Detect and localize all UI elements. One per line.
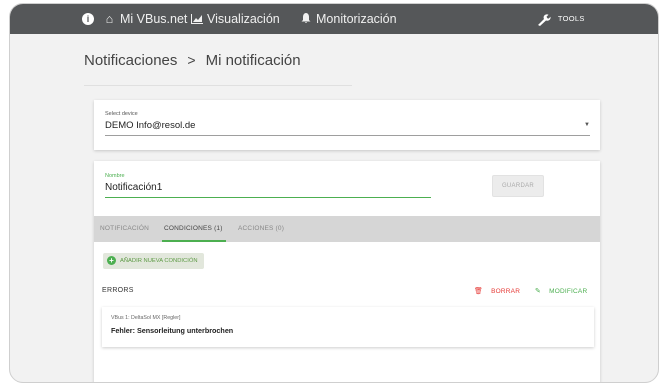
name-field-label: Nombre bbox=[105, 173, 125, 179]
condition-text: Fehler: Sensorleitung unterbrochen bbox=[111, 326, 234, 335]
info-icon[interactable]: i bbox=[82, 13, 94, 25]
device-select[interactable]: DEMO Info@resol.de bbox=[105, 120, 195, 131]
bell-icon bbox=[299, 4, 312, 34]
condition-device: VBus 1: DeltaSol MX [Regler] bbox=[111, 315, 181, 321]
tab-actions[interactable]: ACCIONES (0) bbox=[238, 216, 284, 242]
modify-label: MODIFICAR bbox=[549, 288, 588, 295]
condition-group-title: ERRORS bbox=[102, 287, 134, 294]
breadcrumb-divider bbox=[84, 85, 352, 86]
delete-label: BORRAR bbox=[491, 288, 521, 295]
save-button[interactable]: GUARDAR bbox=[492, 175, 544, 197]
top-navigation-bar: i ⌂ Mi VBus.net Visualización Monitorizac… bbox=[10, 4, 658, 34]
modify-button[interactable]: ✎ MODIFICAR bbox=[535, 287, 587, 295]
notification-card: Nombre Notificación1 GUARDAR NOTIFICACIÓ… bbox=[94, 161, 600, 382]
device-select-label: Select device bbox=[105, 111, 138, 117]
tab-notification[interactable]: NOTIFICACIÓN bbox=[100, 216, 149, 242]
add-condition-button[interactable]: + AÑADIR NUEVA CONDICIÓN bbox=[103, 253, 204, 269]
tools-menu[interactable]: TOOLS bbox=[537, 4, 585, 34]
device-select-underline bbox=[105, 135, 590, 136]
chevron-down-icon[interactable]: ▼ bbox=[584, 122, 590, 128]
condition-item[interactable]: VBus 1: DeltaSol MX [Regler] Fehler: Sen… bbox=[102, 307, 594, 347]
nav-item-label: Visualización bbox=[207, 12, 280, 26]
add-condition-label: AÑADIR NUEVA CONDICIÓN bbox=[120, 258, 198, 264]
edit-icon: ✎ bbox=[535, 288, 542, 295]
home-icon: ⌂ bbox=[105, 12, 114, 26]
active-tab-indicator bbox=[162, 240, 226, 242]
nav-item-visualization[interactable]: Visualización bbox=[190, 4, 280, 34]
nav-item-label: Mi VBus.net bbox=[120, 12, 188, 26]
breadcrumb-separator: > bbox=[187, 52, 196, 68]
breadcrumb-parent-link[interactable]: Notificaciones bbox=[84, 52, 177, 69]
delete-button[interactable]: 🗑 BORRAR bbox=[474, 287, 520, 295]
tab-bar: NOTIFICACIÓN CONDICIONES (1) ACCIONES (0… bbox=[94, 216, 600, 242]
name-field-underline bbox=[105, 197, 431, 198]
app-window: i ⌂ Mi VBus.net Visualización Monitorizac… bbox=[9, 3, 659, 383]
device-select-card: Select device DEMO Info@resol.de ▼ bbox=[94, 100, 600, 150]
breadcrumb: Notificaciones > Mi notificación bbox=[84, 52, 301, 69]
nav-item-my-vbus[interactable]: ⌂ Mi VBus.net bbox=[103, 4, 188, 34]
name-field[interactable]: Notificación1 bbox=[105, 182, 162, 193]
wrench-icon bbox=[537, 11, 555, 26]
nav-item-monitoring[interactable]: Monitorización bbox=[299, 4, 397, 34]
trash-icon: 🗑 bbox=[474, 288, 484, 295]
breadcrumb-current: Mi notificación bbox=[205, 52, 301, 69]
tools-label: TOOLS bbox=[557, 14, 585, 23]
plus-icon: + bbox=[107, 256, 116, 265]
nav-item-label: Monitorización bbox=[316, 12, 397, 26]
tab-conditions[interactable]: CONDICIONES (1) bbox=[164, 216, 223, 242]
chart-icon bbox=[190, 4, 203, 34]
